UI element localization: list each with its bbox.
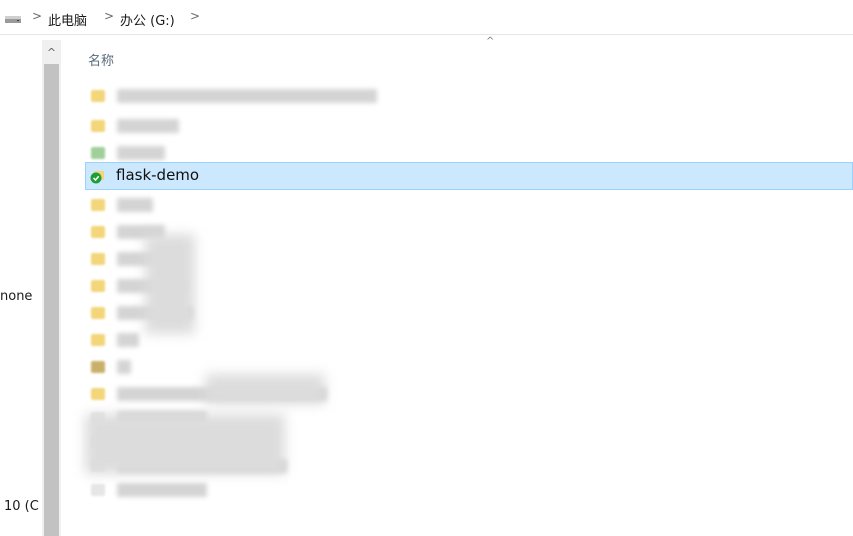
- file-icon: [91, 484, 105, 496]
- scroll-up-button[interactable]: ^: [42, 40, 61, 64]
- list-item[interactable]: [85, 220, 853, 244]
- nav-item-phone[interactable]: none: [0, 289, 32, 304]
- navigation-pane: none 10 (C: [0, 35, 42, 536]
- list-item[interactable]: [85, 114, 853, 138]
- list-item[interactable]: [85, 478, 853, 502]
- folder-icon: [91, 226, 105, 238]
- sync-ok-folder-icon: [90, 171, 104, 184]
- list-item[interactable]: [85, 193, 853, 217]
- nav-scrollbar[interactable]: ^: [42, 40, 61, 536]
- list-item[interactable]: [85, 84, 853, 108]
- sort-ascending-icon: ^: [486, 36, 495, 47]
- folder-icon: [91, 307, 105, 319]
- list-item-selected[interactable]: flask-demo: [85, 162, 853, 190]
- redacted-name: [117, 119, 179, 133]
- redacted-name: [117, 198, 153, 212]
- redacted-name: [117, 333, 139, 347]
- folder-icon: [91, 199, 105, 211]
- folder-icon: [91, 90, 105, 102]
- scroll-thumb[interactable]: [44, 64, 59, 536]
- redaction-blur: [205, 374, 325, 404]
- folder-icon: [91, 253, 105, 265]
- redacted-name: [117, 146, 165, 160]
- folder-icon: [91, 120, 105, 132]
- breadcrumb-separator[interactable]: >: [32, 9, 42, 23]
- folder-icon: [91, 280, 105, 292]
- list-item[interactable]: [85, 355, 853, 379]
- breadcrumb-this-pc[interactable]: 此电脑: [48, 10, 87, 29]
- drive-icon: [5, 16, 21, 23]
- folder-icon: [91, 388, 105, 400]
- column-header-name[interactable]: 名称: [88, 50, 114, 69]
- breadcrumb-drive-g[interactable]: 办公 (G:): [120, 10, 175, 29]
- folder-icon: [91, 361, 105, 373]
- address-bar[interactable]: > 此电脑 > 办公 (G:) >: [0, 0, 853, 35]
- file-name: flask-demo: [116, 166, 200, 184]
- list-item[interactable]: [85, 247, 853, 271]
- breadcrumb-separator[interactable]: >: [104, 9, 114, 23]
- list-item[interactable]: [85, 274, 853, 298]
- breadcrumb-separator[interactable]: >: [190, 9, 200, 23]
- redacted-name: [117, 483, 207, 497]
- list-item[interactable]: [85, 301, 853, 325]
- list-item[interactable]: [85, 382, 853, 406]
- nav-item-drive-c[interactable]: 10 (C: [4, 499, 39, 514]
- redaction-blur: [145, 234, 195, 334]
- file-list: flask-demo: [85, 84, 853, 534]
- list-item[interactable]: [85, 328, 853, 352]
- folder-icon: [91, 334, 105, 346]
- redacted-name: [117, 360, 131, 374]
- redaction-blur: [85, 414, 285, 474]
- folder-icon: [91, 147, 105, 159]
- redacted-name: [117, 89, 377, 103]
